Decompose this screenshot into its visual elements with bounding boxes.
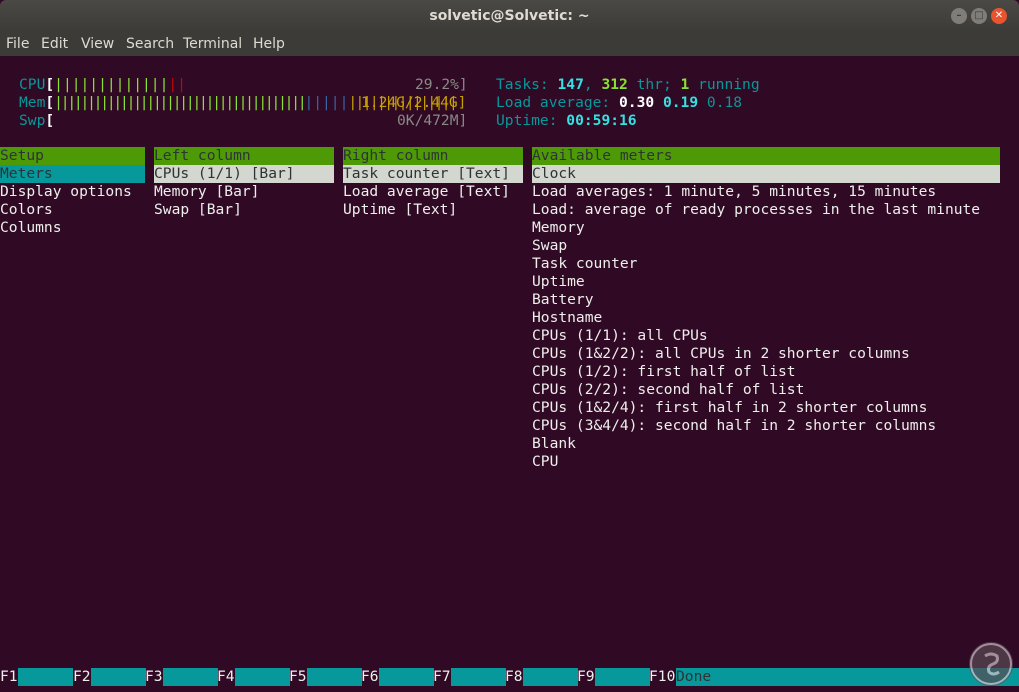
uptime-line: Uptime: 00:59:16 bbox=[496, 112, 637, 129]
menu-help[interactable]: Help bbox=[253, 36, 285, 52]
watermark-logo bbox=[969, 642, 1013, 686]
available-meter-item[interactable]: CPUs (1/1): all CPUs bbox=[532, 327, 708, 345]
cpu-bar-red: || bbox=[168, 76, 186, 93]
fkey-f6[interactable]: F6 bbox=[361, 668, 379, 686]
left-column-header: Left column bbox=[154, 147, 334, 165]
menu-view[interactable]: View bbox=[81, 36, 114, 52]
maximize-button[interactable]: □ bbox=[971, 8, 987, 24]
fkey-f4-label[interactable] bbox=[235, 668, 290, 686]
fkey-f5[interactable]: F5 bbox=[289, 668, 307, 686]
available-meter-item[interactable]: Blank bbox=[532, 435, 576, 453]
available-meter-item[interactable]: CPU bbox=[532, 453, 558, 471]
available-meter-item[interactable]: CPUs (2/2): second half of list bbox=[532, 381, 804, 399]
fkey-f10-label[interactable]: Done bbox=[676, 668, 1019, 686]
available-meters-header: Available meters bbox=[532, 147, 1000, 165]
available-meter-item[interactable]: Task counter bbox=[532, 255, 637, 273]
minimize-button[interactable]: – bbox=[951, 8, 967, 24]
cpu-meter: CPU[||||||||||||||| bbox=[19, 76, 186, 93]
setup-item-columns[interactable]: Columns bbox=[0, 219, 62, 237]
tasks-count: 147 bbox=[557, 76, 584, 93]
close-button[interactable]: ✕ bbox=[991, 8, 1007, 24]
mem-value: 1.24G/2.44G] bbox=[361, 94, 467, 111]
title-bar[interactable]: solvetic@Solvetic: ~ – □ ✕ bbox=[0, 0, 1019, 32]
menu-terminal[interactable]: Terminal bbox=[183, 36, 242, 52]
tasks-line: Tasks: 147, 312 thr; 1 running bbox=[496, 76, 760, 93]
available-meter-item[interactable]: Hostname bbox=[532, 309, 602, 327]
right-item-uptime[interactable]: Uptime [Text] bbox=[343, 201, 457, 219]
logo-icon bbox=[970, 643, 1012, 685]
available-meter-item[interactable]: CPUs (1&2/4): first half in 2 shorter co… bbox=[532, 399, 927, 417]
window-title: solvetic@Solvetic: ~ bbox=[429, 8, 590, 24]
swp-label: Swp bbox=[19, 112, 46, 129]
fkey-f4[interactable]: F4 bbox=[217, 668, 235, 686]
load-15: 0.18 bbox=[706, 94, 743, 111]
fkey-f2[interactable]: F2 bbox=[73, 668, 91, 686]
load-1: 0.30 bbox=[619, 94, 655, 111]
available-meter-item[interactable]: Battery bbox=[532, 291, 594, 309]
menu-search[interactable]: Search bbox=[126, 36, 174, 52]
mem-label: Mem bbox=[19, 94, 46, 111]
fkey-f5-label[interactable] bbox=[307, 668, 362, 686]
terminal-content[interactable]: CPU[||||||||||||||| 29.2%] Mem[|||||||||… bbox=[0, 56, 1019, 692]
right-column-header: Right column bbox=[343, 147, 523, 165]
fkey-f7[interactable]: F7 bbox=[433, 668, 451, 686]
available-meter-item[interactable]: Swap bbox=[532, 237, 567, 255]
fkey-f8[interactable]: F8 bbox=[505, 668, 523, 686]
uptime-value: 00:59:16 bbox=[566, 112, 637, 129]
cpu-label: CPU bbox=[19, 76, 46, 93]
mem-bar-green: |||||||||||||||||||||||||||||||||||||| bbox=[54, 94, 306, 111]
threads-count: 312 bbox=[601, 76, 628, 93]
right-item-task-counter[interactable]: Task counter [Text] bbox=[343, 165, 523, 183]
fkey-f3[interactable]: F3 bbox=[145, 668, 163, 686]
load-average-line: Load average: 0.30 0.19 0.18 bbox=[496, 94, 743, 111]
fkey-f10[interactable]: F10 bbox=[649, 668, 675, 686]
terminal-window: solvetic@Solvetic: ~ – □ ✕ File Edit Vie… bbox=[0, 0, 1019, 692]
left-item-swap[interactable]: Swap [Bar] bbox=[154, 201, 242, 219]
left-item-memory[interactable]: Memory [Bar] bbox=[154, 183, 259, 201]
setup-item-meters[interactable]: Meters bbox=[0, 165, 145, 183]
mem-bar-blue: ||||| bbox=[304, 94, 349, 111]
available-meter-item[interactable]: Clock bbox=[532, 165, 1000, 183]
fkey-f1[interactable]: F1 bbox=[0, 668, 18, 686]
available-meter-item[interactable]: Memory bbox=[532, 219, 585, 237]
cpu-bar-green: ||||||||||||| bbox=[54, 76, 169, 93]
fkey-f9[interactable]: F9 bbox=[577, 668, 595, 686]
swp-value: 0K/472M] bbox=[397, 112, 468, 129]
swp-meter: Swp[ bbox=[19, 112, 55, 129]
available-meter-item[interactable]: CPUs (3&4/4): second half in 2 shorter c… bbox=[532, 417, 936, 435]
fkey-f3-label[interactable] bbox=[163, 668, 218, 686]
fkey-f6-label[interactable] bbox=[379, 668, 434, 686]
fkey-f2-label[interactable] bbox=[91, 668, 146, 686]
available-meter-item[interactable]: CPUs (1/2): first half of list bbox=[532, 363, 796, 381]
running-count: 1 bbox=[680, 76, 690, 93]
menu-edit[interactable]: Edit bbox=[41, 36, 68, 52]
available-meter-item[interactable]: Load averages: 1 minute, 5 minutes, 15 m… bbox=[532, 183, 936, 201]
fkey-f7-label[interactable] bbox=[451, 668, 506, 686]
left-item-cpus[interactable]: CPUs (1/1) [Bar] bbox=[154, 165, 334, 183]
setup-item-display-options[interactable]: Display options bbox=[0, 183, 132, 201]
cpu-value: 29.2%] bbox=[415, 76, 468, 93]
fkey-f1-label[interactable] bbox=[18, 668, 73, 686]
available-meter-item[interactable]: Uptime bbox=[532, 273, 585, 291]
right-item-load-average[interactable]: Load average [Text] bbox=[343, 183, 510, 201]
available-meter-item[interactable]: CPUs (1&2/2): all CPUs in 2 shorter colu… bbox=[532, 345, 910, 363]
fkey-f9-label[interactable] bbox=[595, 668, 650, 686]
load-5: 0.19 bbox=[662, 94, 699, 111]
menu-file[interactable]: File bbox=[6, 36, 29, 52]
available-meter-item[interactable]: Load: average of ready processes in the … bbox=[532, 201, 980, 219]
setup-item-colors[interactable]: Colors bbox=[0, 201, 53, 219]
fkey-f8-label[interactable] bbox=[523, 668, 578, 686]
menu-bar: File Edit View Search Terminal Help bbox=[0, 32, 1019, 56]
setup-header: Setup bbox=[0, 147, 145, 165]
